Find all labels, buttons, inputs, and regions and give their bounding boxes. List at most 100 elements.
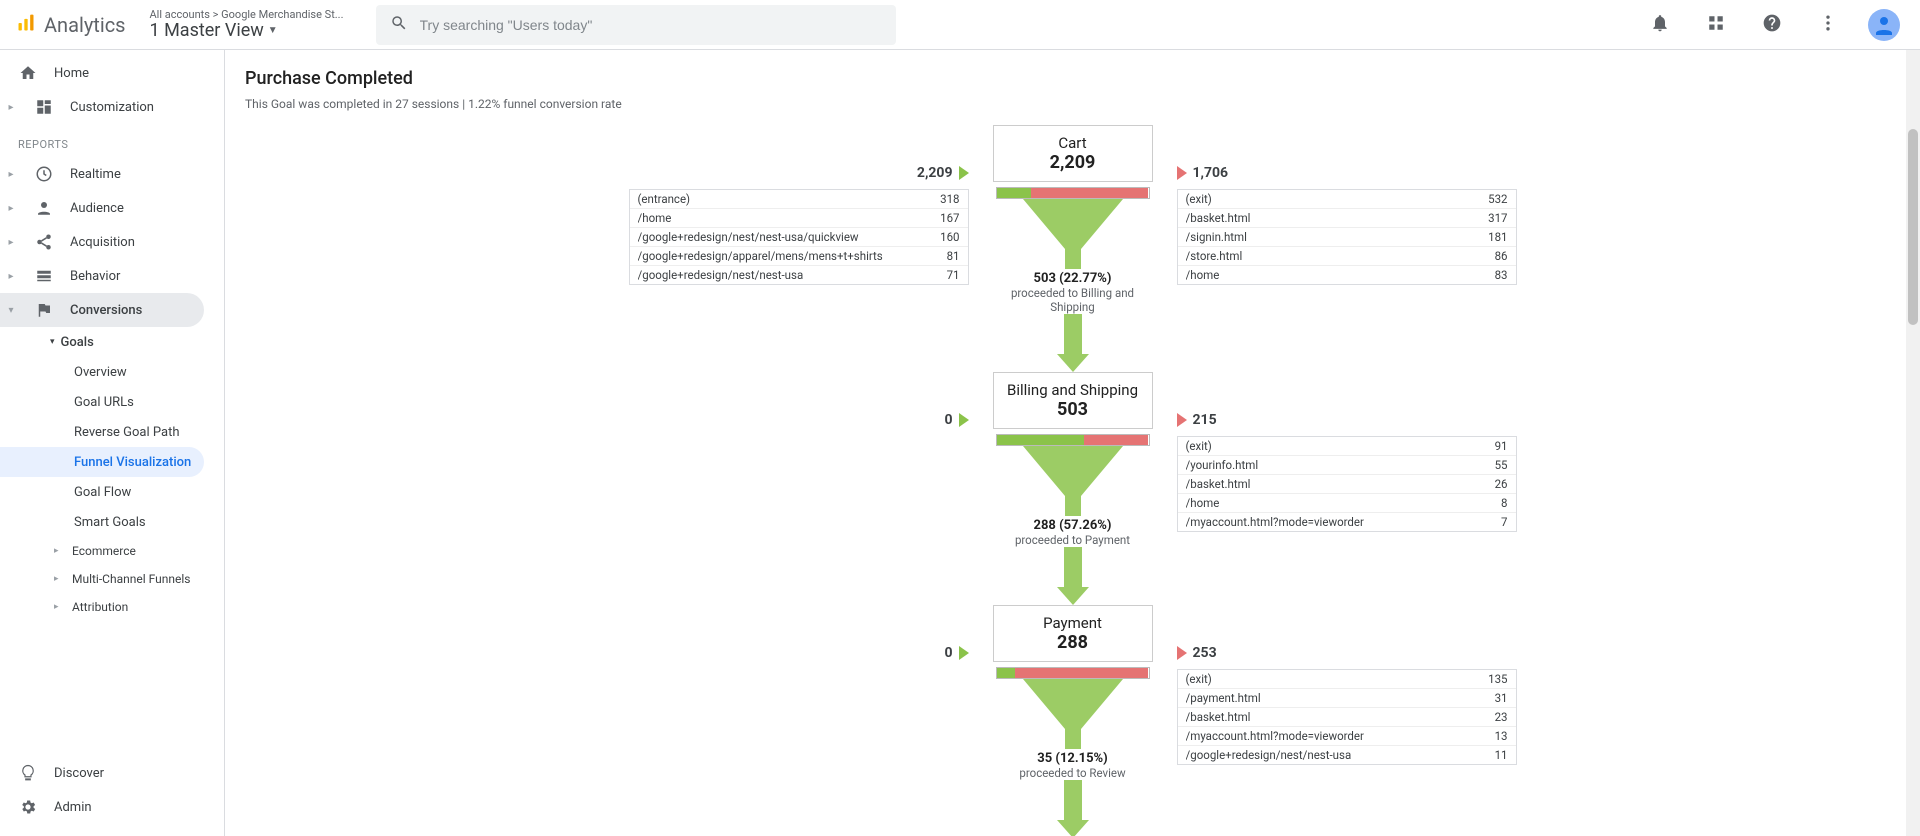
search-box[interactable] [376, 5, 896, 45]
exit-count: 215 [1177, 412, 1217, 428]
sidebar-item-label: Goal URLs [74, 395, 134, 410]
table-row: /myaccount.html?mode=vieworder7 [1178, 513, 1516, 531]
sidebar-item-discover[interactable]: Discover [0, 756, 224, 790]
funnel-stem [1064, 780, 1082, 820]
path-name: /yourinfo.html [1186, 458, 1259, 472]
funnel-step-col: Payment28835 (12.15%)proceeded to Review [993, 605, 1153, 836]
path-value: 83 [1495, 268, 1508, 282]
help-button[interactable] [1752, 5, 1792, 45]
incoming-value: 0 [944, 645, 952, 661]
funnel-shape-icon [1023, 199, 1123, 269]
funnel-step-row: 0 Billing and Shipping503288 (57.26%)proc… [245, 372, 1900, 605]
sidebar-sub-ecommerce[interactable]: ▸ Ecommerce [0, 537, 224, 565]
incoming-count: 2,209 [917, 165, 969, 181]
sidebar-item-label: Goal Flow [74, 485, 131, 500]
path-name: /store.html [1186, 249, 1243, 263]
arrow-right-green-icon [959, 646, 969, 660]
view-name-label: 1 Master View [150, 21, 264, 41]
sidebar-sub-multichannel[interactable]: ▸Multi-Channel Funnels [0, 565, 224, 593]
arrow-down-green-icon [1057, 587, 1089, 605]
proceed-count: 35 (12.15%) [1019, 751, 1125, 766]
table-row: (exit)532 [1178, 190, 1516, 209]
sidebar-section-reports: REPORTS [0, 124, 224, 157]
sidebar-goals-overview[interactable]: Overview [0, 357, 224, 387]
sidebar-item-label: Goals [61, 335, 94, 350]
view-name[interactable]: 1 Master View ▼ [150, 21, 344, 41]
apps-button[interactable] [1696, 5, 1736, 45]
sidebar-item-conversions[interactable]: ▾ Conversions [0, 293, 204, 327]
chevron-right-icon: ▸ [54, 574, 66, 584]
path-name: /google+redesign/nest/nest-usa/quickview [638, 230, 859, 244]
funnel-visualization: 2,209 (entrance)318/home167/google+redesi… [245, 125, 1900, 836]
sidebar-item-label: Discover [54, 766, 104, 781]
sidebar-item-audience[interactable]: ▸ Audience [0, 191, 224, 225]
path-value: 91 [1495, 439, 1508, 453]
vertical-scrollbar[interactable] [1906, 50, 1920, 836]
sidebar-item-label: Customization [70, 100, 154, 115]
proceed-to: proceeded to Payment [1015, 533, 1130, 547]
product-name: Analytics [44, 13, 126, 37]
sidebar-item-acquisition[interactable]: ▸ Acquisition [0, 225, 224, 259]
chevron-right-icon: ▸ [54, 546, 66, 556]
account-picker[interactable]: All accounts > Google Merchandise St... … [150, 9, 344, 41]
chevron-right-icon: ▸ [54, 602, 66, 612]
sidebar-goals-urls[interactable]: Goal URLs [0, 387, 224, 417]
table-row: /payment.html31 [1178, 689, 1516, 708]
path-value: 317 [1488, 211, 1507, 225]
sidebar-goals-funnel[interactable]: Funnel Visualization [0, 447, 204, 477]
exit-value: 253 [1193, 645, 1217, 661]
sidebar-item-label: Admin [54, 800, 92, 815]
more-button[interactable] [1808, 5, 1848, 45]
sidebar-sub-attribution[interactable]: ▸Attribution [0, 593, 224, 621]
sidebar-item-label: Overview [74, 365, 127, 380]
table-row: /basket.html26 [1178, 475, 1516, 494]
sidebar-sub-goals[interactable]: ▾ Goals [0, 327, 224, 357]
step-name: Cart [1000, 134, 1146, 152]
path-value: 160 [940, 230, 959, 244]
person-icon [34, 199, 54, 217]
account-button[interactable] [1864, 5, 1904, 45]
proceed-label: 35 (12.15%)proceeded to Review [1019, 751, 1125, 780]
sidebar-item-behavior[interactable]: ▸ Behavior [0, 259, 224, 293]
sidebar-item-admin[interactable]: Admin [0, 790, 224, 824]
home-icon [18, 64, 38, 82]
funnel-exit-col: 1,706(exit)532/basket.html317/signin.htm… [1177, 125, 1517, 372]
exit-value: 215 [1193, 412, 1217, 428]
notifications-button[interactable] [1640, 5, 1680, 45]
funnel-incoming-col: 0 [629, 372, 969, 605]
funnel-step-col: Billing and Shipping503288 (57.26%)proce… [993, 372, 1153, 605]
proceed-count: 288 (57.26%) [1015, 518, 1130, 533]
sidebar-goals-reverse[interactable]: Reverse Goal Path [0, 417, 224, 447]
sidebar-item-customization[interactable]: ▸ Customization [0, 90, 224, 124]
caret-down-icon: ▼ [268, 25, 278, 36]
throughput-bar [996, 667, 1150, 679]
throughput-exit [1031, 188, 1148, 198]
path-value: 8 [1501, 496, 1507, 510]
sidebar-item-realtime[interactable]: ▸ Realtime [0, 157, 224, 191]
proceed-to: proceeded to Review [1019, 766, 1125, 780]
sidebar-goals-smart[interactable]: Smart Goals [0, 507, 224, 537]
page-subtitle: This Goal was completed in 27 sessions |… [245, 97, 1900, 111]
path-name: /signin.html [1186, 230, 1247, 244]
funnel-shape-icon [1023, 679, 1123, 749]
arrow-down-green-icon [1057, 820, 1089, 836]
table-row: (exit)91 [1178, 437, 1516, 456]
sidebar-goals-flow[interactable]: Goal Flow [0, 477, 224, 507]
scrollbar-thumb[interactable] [1908, 129, 1918, 326]
path-table: (entrance)318/home167/google+redesign/ne… [629, 189, 969, 285]
lightbulb-icon [18, 764, 38, 782]
sidebar-item-label: Audience [70, 201, 124, 216]
search-container [376, 5, 896, 45]
funnel-stem [1064, 547, 1082, 587]
arrow-right-red-icon [1177, 413, 1187, 427]
search-input[interactable] [420, 17, 882, 33]
proceed-label: 503 (22.77%)proceeded to Billing and Shi… [993, 271, 1153, 314]
table-row: (entrance)318 [630, 190, 968, 209]
sidebar-item-label: Ecommerce [72, 544, 136, 558]
path-table: (exit)91/yourinfo.html55/basket.html26/h… [1177, 436, 1517, 532]
sidebar-item-home[interactable]: Home [0, 56, 224, 90]
table-row: /google+redesign/apparel/mens/mens+t+shi… [630, 247, 968, 266]
chevron-down-icon: ▾ [4, 305, 18, 316]
incoming-count: 0 [944, 412, 968, 428]
path-value: 13 [1495, 729, 1508, 743]
